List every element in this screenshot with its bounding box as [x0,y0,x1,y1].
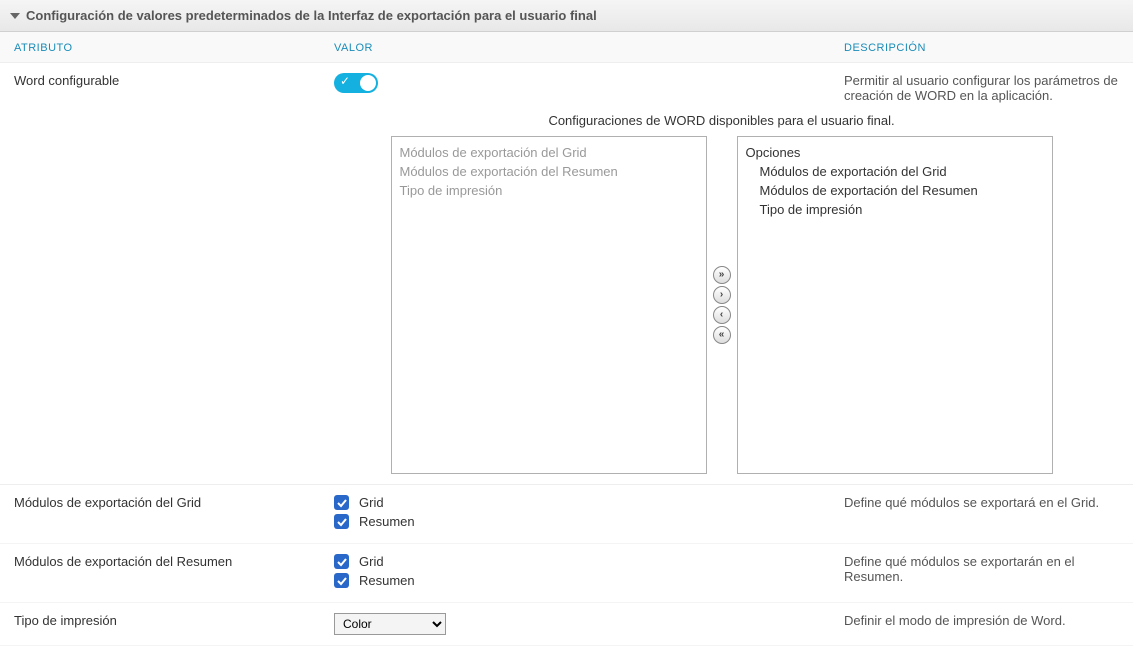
collapse-icon[interactable] [10,13,20,19]
list-item[interactable]: Tipo de impresión [400,181,698,200]
column-header-row: ATRIBUTO VALOR DESCRIPCIÓN [0,32,1133,63]
select-print-type[interactable]: Color [334,613,446,635]
check-icon [337,498,347,508]
desc-word-configurable: Permitir al usuario configurar los parám… [844,73,1119,103]
col-header-description: DESCRIPCIÓN [844,42,1119,54]
list-item[interactable]: Módulos de exportación del Resumen [400,162,698,181]
row-print-type: Tipo de impresión Color Definir el modo … [0,603,1133,646]
attr-print-type: Tipo de impresión [14,613,334,628]
check-icon [337,517,347,527]
desc-summary-modules: Define qué módulos se exportarán en el R… [844,554,1119,584]
row-word-configurable: Word configurable ✓ Permitir al usuario … [0,63,1133,103]
col-header-value: VALOR [334,42,844,54]
checkbox-summary-grid[interactable] [334,554,349,569]
transfer-buttons: » › ‹ « [713,266,731,344]
checkbox-summary-resumen[interactable] [334,573,349,588]
list-item[interactable]: Módulos de exportación del Resumen [746,181,1044,200]
attr-word-configurable: Word configurable [14,73,334,88]
selected-listbox[interactable]: Opciones Módulos de exportación del Grid… [737,136,1053,474]
check-icon: ✓ [340,74,350,88]
col-header-attribute: ATRIBUTO [14,42,334,54]
checkbox-label: Grid [359,495,384,510]
move-all-left-button[interactable]: « [713,326,731,344]
panel-header[interactable]: Configuración de valores predeterminados… [0,0,1133,32]
checkbox-label: Resumen [359,573,415,588]
list-group-label[interactable]: Opciones [746,143,1044,162]
list-item[interactable]: Módulos de exportación del Grid [400,143,698,162]
checkbox-label: Grid [359,554,384,569]
desc-grid-modules: Define qué módulos se exportará en el Gr… [844,495,1119,510]
toggle-word-configurable[interactable]: ✓ [334,73,378,93]
dual-list-title: Configuraciones de WORD disponibles para… [548,113,894,128]
attr-summary-modules: Módulos de exportación del Resumen [14,554,334,569]
move-right-button[interactable]: › [713,286,731,304]
attr-grid-modules: Módulos de exportación del Grid [14,495,334,510]
move-all-right-button[interactable]: » [713,266,731,284]
check-icon [337,557,347,567]
list-item[interactable]: Módulos de exportación del Grid [746,162,1044,181]
checkbox-label: Resumen [359,514,415,529]
row-grid-modules: Módulos de exportación del Grid Grid Res… [0,485,1133,544]
desc-print-type: Definir el modo de impresión de Word. [844,613,1119,628]
move-left-button[interactable]: ‹ [713,306,731,324]
row-summary-modules: Módulos de exportación del Resumen Grid … [0,544,1133,603]
list-item[interactable]: Tipo de impresión [746,200,1044,219]
checkbox-grid-grid[interactable] [334,495,349,510]
available-listbox[interactable]: Módulos de exportación del Grid Módulos … [391,136,707,474]
checkbox-grid-resumen[interactable] [334,514,349,529]
toggle-knob [360,75,376,91]
panel-title: Configuración de valores predeterminados… [26,8,597,23]
row-dual-list: Configuraciones de WORD disponibles para… [0,103,1133,485]
check-icon [337,576,347,586]
